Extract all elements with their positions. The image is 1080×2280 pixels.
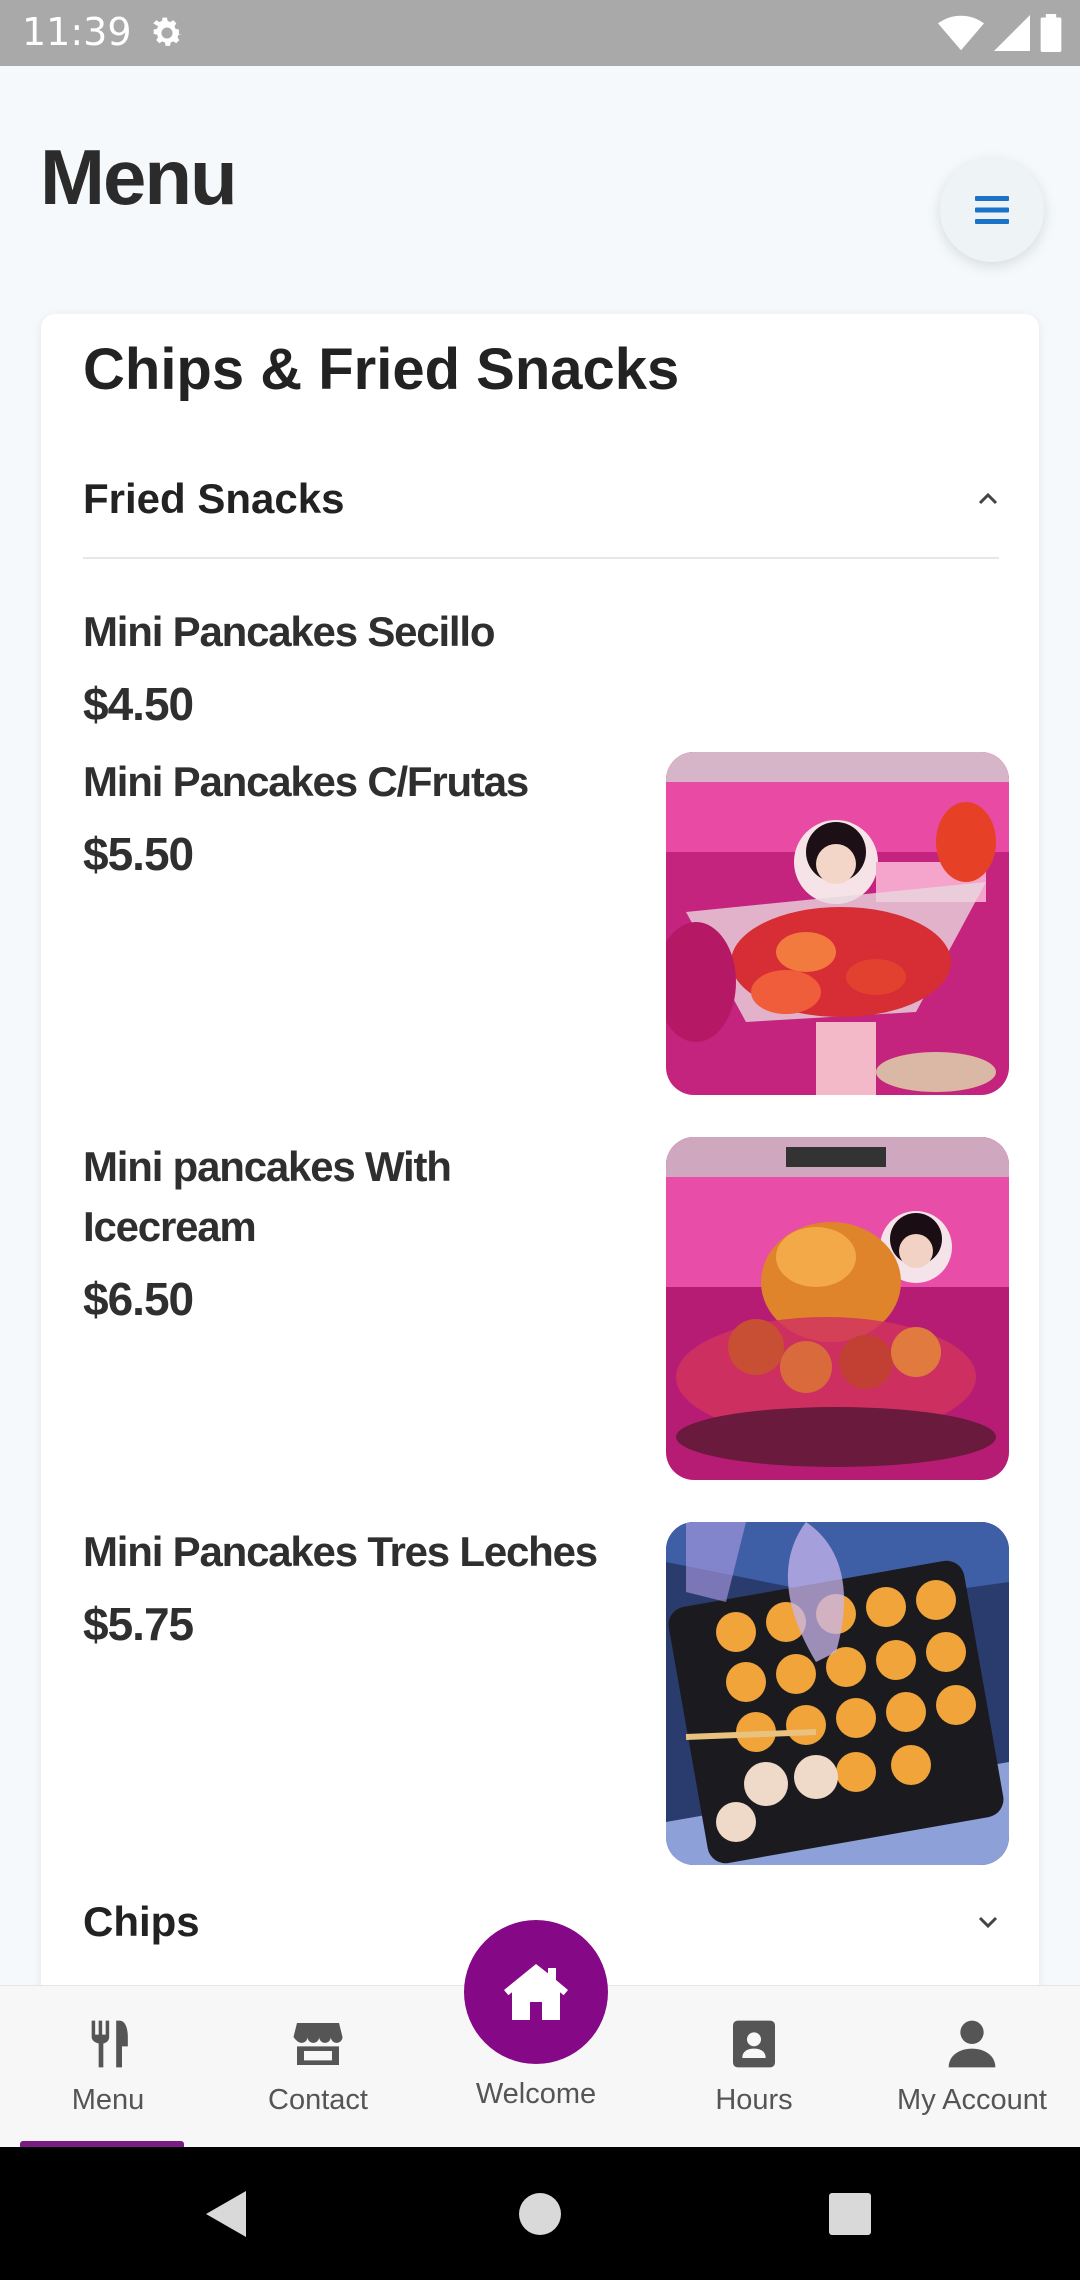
nav-label: Contact <box>268 2084 368 2116</box>
section-label: Fried Snacks <box>83 475 345 522</box>
person-icon <box>948 2020 996 2068</box>
item-name: Mini Pancakes C/Frutas <box>83 758 529 805</box>
fork-knife-icon <box>91 2020 128 2068</box>
status-bar: 11:39 <box>0 0 1080 66</box>
battery-icon <box>1040 14 1062 52</box>
settings-gear-icon <box>153 17 182 46</box>
item-price: $4.50 <box>83 678 194 730</box>
nav-label: Hours <box>715 2084 793 2116</box>
section-divider <box>83 557 999 559</box>
page-title: Menu <box>40 133 238 221</box>
nav-item-my-account[interactable]: My Account <box>864 1986 1080 2146</box>
nav-label: Menu <box>71 2084 145 2116</box>
storefront-icon <box>293 2023 343 2065</box>
menu-toggle-button[interactable] <box>940 158 1044 262</box>
icecream-pancake-photo <box>666 1137 1009 1480</box>
contact-card-icon <box>733 2020 775 2068</box>
signal-icon <box>994 15 1030 51</box>
item-name: Mini Pancakes Secillo <box>83 608 496 655</box>
nav-item-menu[interactable]: Menu <box>0 1986 216 2146</box>
wifi-icon <box>938 15 984 51</box>
back-icon[interactable] <box>206 2191 246 2237</box>
item-photo[interactable] <box>666 1137 1009 1480</box>
menu-item[interactable]: Mini Pancakes C/Frutas $5.50 <box>83 752 1009 1095</box>
home-circle-icon[interactable] <box>519 2193 561 2235</box>
menu-item[interactable]: Mini pancakes With Icecream $6.50 <box>83 1137 1009 1480</box>
tres-leches-pancake-photo <box>666 1522 1009 1865</box>
status-icons <box>938 12 1062 54</box>
welcome-home-button[interactable] <box>464 1920 608 2064</box>
recents-square-icon[interactable] <box>829 2193 871 2235</box>
item-photo[interactable] <box>666 1522 1009 1865</box>
chevron-down-icon <box>978 1916 998 1929</box>
hamburger-menu-icon <box>975 196 1009 224</box>
section-label: Chips <box>83 1898 200 1945</box>
system-nav-bar <box>0 2147 1080 2280</box>
item-photo[interactable] <box>666 752 1009 1095</box>
chevron-up-icon <box>978 492 998 505</box>
nav-label: My Account <box>897 2084 1047 2116</box>
fruit-pancake-photo <box>666 752 1009 1095</box>
nav-item-contact[interactable]: Contact <box>210 1986 426 2146</box>
nav-label-welcome[interactable]: Welcome <box>436 2078 636 2111</box>
nav-item-hours[interactable]: Hours <box>646 1986 862 2146</box>
menu-item[interactable]: Mini Pancakes Tres Leches $5.75 <box>83 1522 1009 1865</box>
status-time: 11:39 <box>22 10 132 54</box>
category-title: Chips & Fried Snacks <box>83 337 680 402</box>
category-card: Chips & Fried Snacks Fried Snacks Mini P… <box>41 314 1039 2014</box>
item-name: Mini pancakes With Icecream <box>83 1143 452 1250</box>
section-header-fried-snacks[interactable]: Fried Snacks <box>83 459 999 539</box>
item-name: Mini Pancakes Tres Leches <box>83 1528 598 1575</box>
menu-item[interactable]: Mini Pancakes Secillo $4.50 <box>83 602 999 734</box>
home-icon <box>504 1964 568 2020</box>
